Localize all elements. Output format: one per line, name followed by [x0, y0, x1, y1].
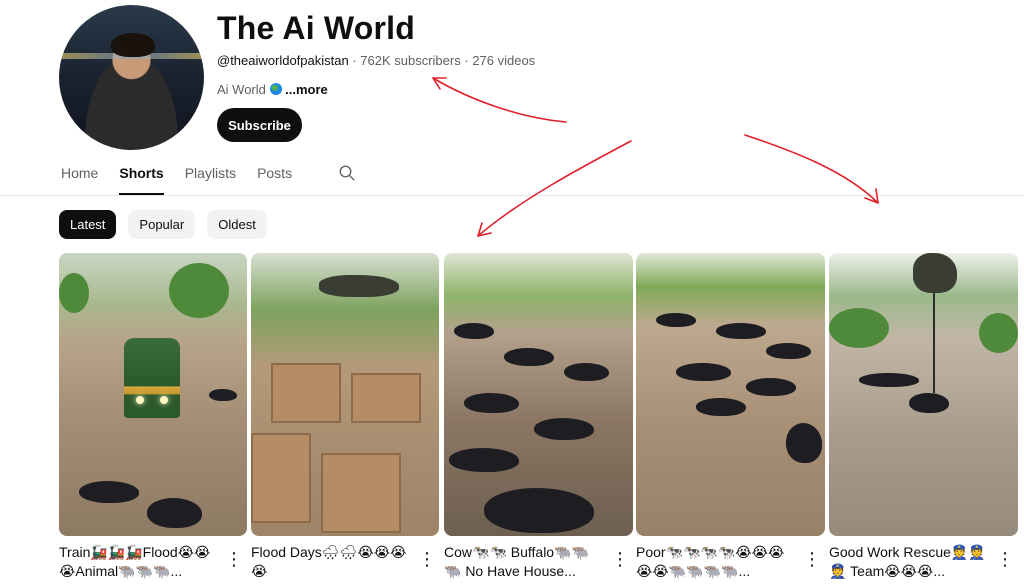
short-title-2[interactable]: Flood Days🌧🌧😭😭😭😭 [251, 543, 411, 583]
tab-playlists[interactable]: Playlists [185, 158, 236, 195]
buffalo [454, 323, 494, 339]
house [321, 453, 401, 533]
arrow-to-subscribers [432, 77, 567, 123]
chip-latest[interactable]: Latest [59, 210, 117, 239]
arrow-to-shorts-right [744, 134, 879, 204]
more-vert-icon[interactable]: ⋮ [418, 549, 436, 569]
house [351, 373, 421, 423]
arrow-to-shorts-left [477, 140, 632, 237]
helicopter [319, 275, 399, 297]
house [271, 363, 341, 423]
buffalo [859, 373, 919, 387]
short-title-1[interactable]: Train🚂🚂🚂Flood😭😭😭Animal🐃🐃🐃... [59, 543, 219, 583]
buffalo [746, 378, 796, 396]
tree [979, 313, 1018, 353]
avatar-hair [111, 33, 155, 57]
tab-home[interactable]: Home [61, 158, 98, 195]
short-thumbnail-2[interactable] [251, 253, 439, 536]
buffalo [464, 393, 519, 413]
search-icon[interactable] [338, 164, 356, 182]
house [251, 433, 311, 523]
short-title-4[interactable]: Poor🐄🐄🐄🐄😭😭😭😭😭🐃🐃🐃🐃... [636, 543, 796, 583]
buffalo [209, 389, 237, 401]
channel-name: The Ai World [217, 10, 415, 46]
channel-avatar[interactable] [59, 5, 204, 150]
chip-popular[interactable]: Popular [128, 210, 196, 239]
buffalo [484, 488, 594, 533]
channel-description[interactable]: Ai World ...more [217, 82, 328, 97]
subscriber-count: 762K subscribers [360, 53, 461, 68]
tabs-divider [0, 195, 1024, 196]
buffalo [786, 423, 822, 463]
filter-chips: Latest Popular Oldest [59, 210, 267, 239]
tree [829, 308, 889, 348]
video-count: 276 videos [472, 53, 536, 68]
channel-handle[interactable]: @theaiworldofpakistan [217, 53, 349, 68]
subscribe-button[interactable]: Subscribe [217, 108, 302, 142]
buffalo [504, 348, 554, 366]
short-thumbnail-4[interactable] [636, 253, 825, 536]
buffalo [449, 448, 519, 472]
more-vert-icon[interactable]: ⋮ [611, 549, 629, 569]
short-thumbnail-3[interactable] [444, 253, 633, 536]
globe-icon [269, 83, 282, 95]
buffalo [656, 313, 696, 327]
channel-tabs: Home Shorts Playlists Posts [61, 158, 313, 196]
chip-oldest[interactable]: Oldest [207, 210, 267, 239]
tab-posts[interactable]: Posts [257, 158, 292, 195]
buffalo [534, 418, 594, 440]
tree [169, 263, 229, 318]
buffalo [79, 481, 139, 503]
short-title-5[interactable]: Good Work Rescue👮👮👮 Team😭😭😭... [829, 543, 989, 583]
buffalo [147, 498, 202, 528]
helicopter [913, 253, 957, 293]
more-vert-icon[interactable]: ⋮ [225, 549, 243, 569]
buffalo [766, 343, 811, 359]
channel-meta: @theaiworldofpakistan · 762K subscribers… [217, 53, 536, 68]
tree [59, 273, 89, 313]
buffalo [676, 363, 731, 381]
rescue-rope [933, 293, 935, 393]
train [124, 338, 180, 418]
buffalo [564, 363, 609, 381]
buffalo [909, 393, 949, 413]
short-thumbnail-5[interactable] [829, 253, 1018, 536]
more-link[interactable]: ...more [285, 82, 328, 97]
more-vert-icon[interactable]: ⋮ [803, 549, 821, 569]
tab-shorts[interactable]: Shorts [119, 158, 165, 195]
buffalo [696, 398, 746, 416]
short-title-3[interactable]: Cow🐄🐄 Buffalo🐃🐃🐃 No Have House... [444, 543, 604, 583]
buffalo [716, 323, 766, 339]
short-thumbnail-1[interactable] [59, 253, 247, 536]
more-vert-icon[interactable]: ⋮ [996, 549, 1014, 569]
